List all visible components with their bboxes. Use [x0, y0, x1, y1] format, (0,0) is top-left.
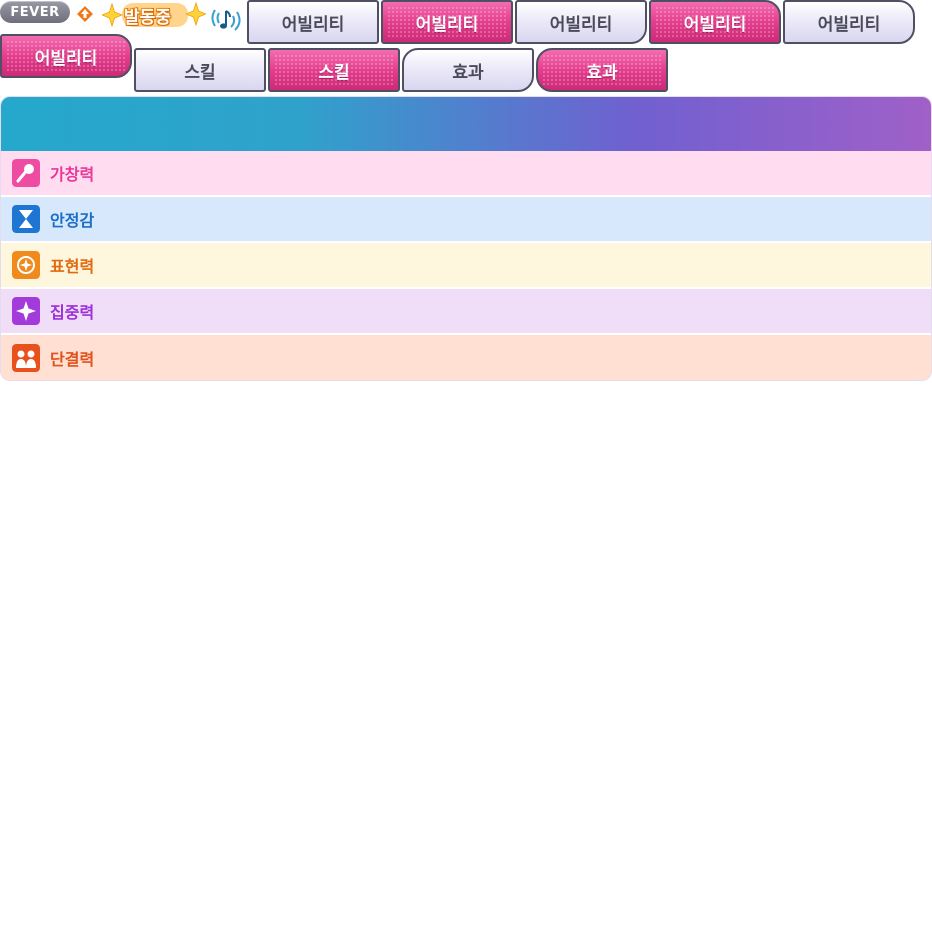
tab-skill-1[interactable]: 스킬: [134, 48, 266, 92]
tab-ability-6[interactable]: 어빌리티: [0, 34, 132, 78]
attribute-label-stability: 안정감: [50, 211, 95, 230]
attribute-label-focus: 집중력: [50, 303, 95, 322]
up-arrow-icon: [75, 4, 95, 24]
music-note-icon: [211, 9, 241, 31]
fever-badge: FEVER: [0, 1, 70, 23]
attribute-label-expression: 표현력: [50, 257, 95, 276]
microphone-icon: [12, 159, 40, 187]
hourglass-icon: [12, 205, 40, 233]
attribute-panel: 가창력 안정감 표현력 집중력 단결력: [0, 96, 932, 381]
compass-icon: [12, 251, 40, 279]
attribute-label-unity: 단결력: [50, 350, 95, 369]
attribute-row-focus: 집중력: [1, 289, 931, 335]
tab-skill-2[interactable]: 스킬: [268, 48, 400, 92]
sparkle-icon: [12, 297, 40, 325]
attribute-row-vocal: 가창력: [1, 151, 931, 197]
tab-ability-5[interactable]: 어빌리티: [783, 0, 915, 44]
attribute-row-stability: 안정감: [1, 197, 931, 243]
tab-ability-1[interactable]: 어빌리티: [247, 0, 379, 44]
attribute-row-expression: 표현력: [1, 243, 931, 289]
active-status-label: 발동중: [124, 8, 171, 28]
tab-effect-1[interactable]: 효과: [402, 48, 534, 92]
attribute-row-unity: 단결력: [1, 335, 931, 380]
tab-ability-3[interactable]: 어빌리티: [515, 0, 647, 44]
panel-header: [1, 97, 931, 151]
tab-effect-2[interactable]: 효과: [536, 48, 668, 92]
tab-ability-4[interactable]: 어빌리티: [649, 0, 781, 44]
tab-ability-2[interactable]: 어빌리티: [381, 0, 513, 44]
team-icon: [12, 344, 40, 372]
attribute-label-vocal: 가창력: [50, 165, 95, 184]
